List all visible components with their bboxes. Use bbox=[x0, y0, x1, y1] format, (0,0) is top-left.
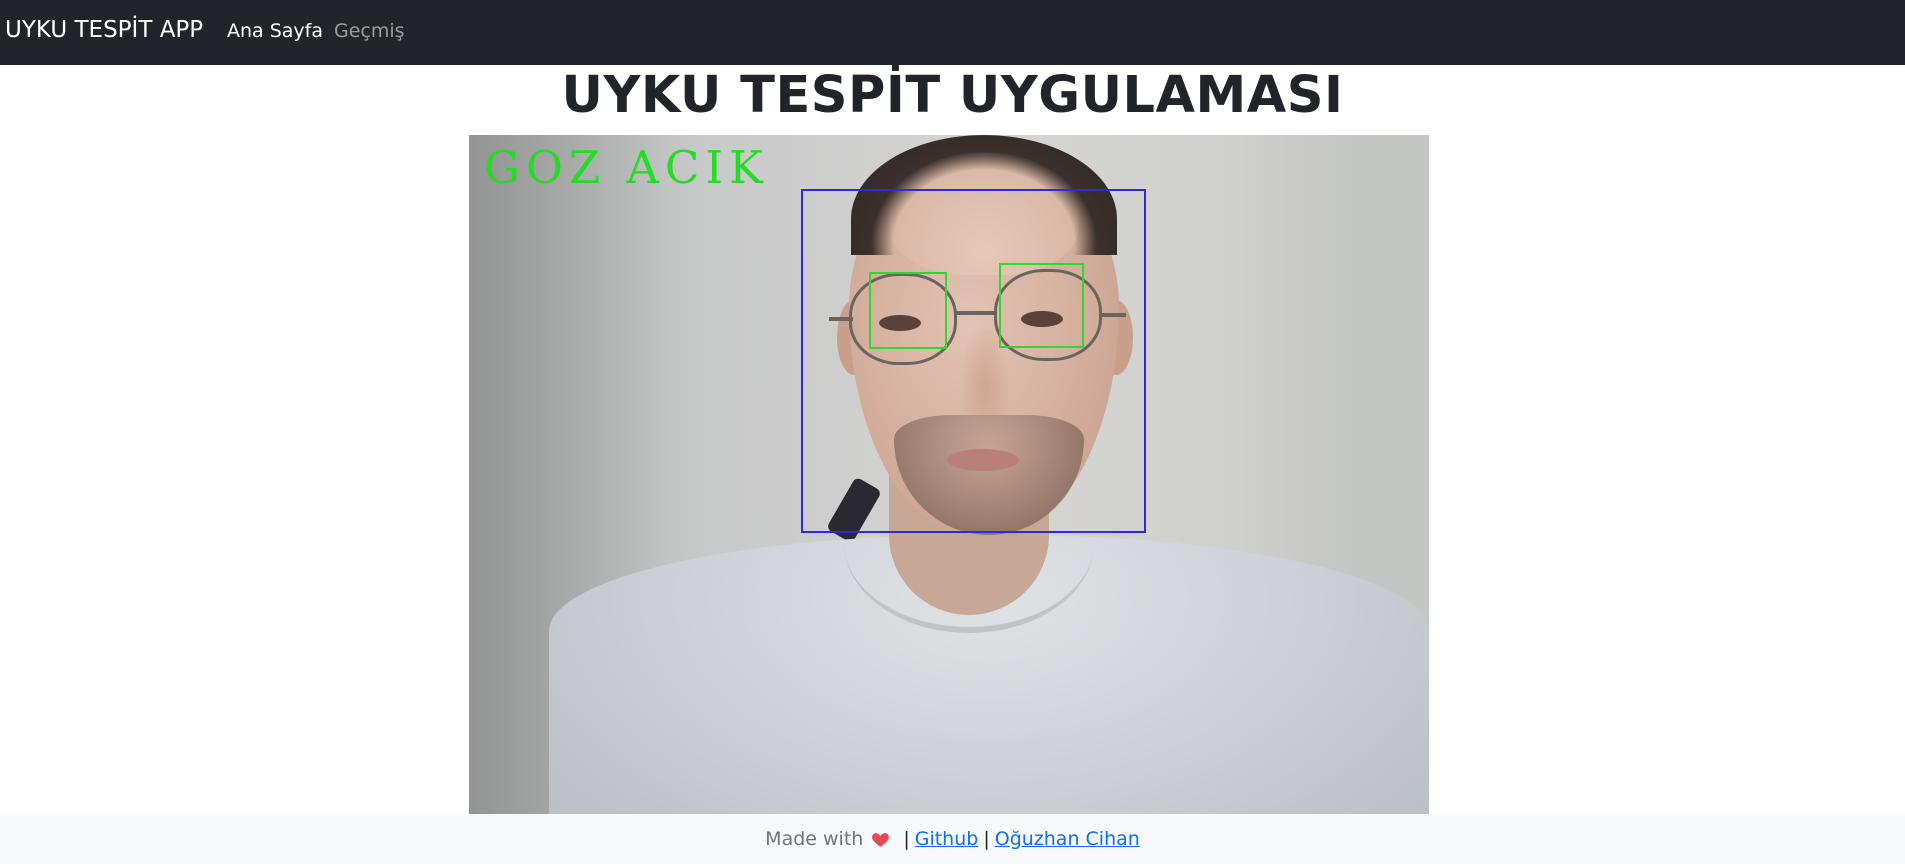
nav-link-history[interactable]: Geçmiş bbox=[334, 20, 405, 42]
eye-detection-box-left bbox=[869, 272, 947, 349]
face-detection-box bbox=[801, 189, 1146, 533]
footer-separator-2: | bbox=[983, 828, 990, 850]
camera-feed: GOZ ACIK bbox=[469, 135, 1429, 814]
footer-made-with: Made with bbox=[765, 828, 864, 850]
heart-icon bbox=[871, 830, 890, 849]
page-title: UYKU TESPİT UYGULAMASI bbox=[561, 66, 1344, 125]
author-link[interactable]: Oğuzhan Cihan bbox=[995, 828, 1140, 850]
github-link[interactable]: Github bbox=[915, 828, 979, 850]
brand-link[interactable]: UYKU TESPİT APP bbox=[5, 17, 203, 43]
navbar: UYKU TESPİT APP Ana Sayfa Geçmiş bbox=[0, 0, 1905, 65]
footer-separator: | bbox=[903, 828, 910, 850]
eye-status-text: GOZ ACIK bbox=[484, 141, 769, 194]
nav-link-home[interactable]: Ana Sayfa bbox=[227, 20, 323, 42]
eye-detection-box-right bbox=[999, 263, 1084, 348]
footer: Made with | Github | Oğuzhan Cihan bbox=[0, 814, 1905, 864]
